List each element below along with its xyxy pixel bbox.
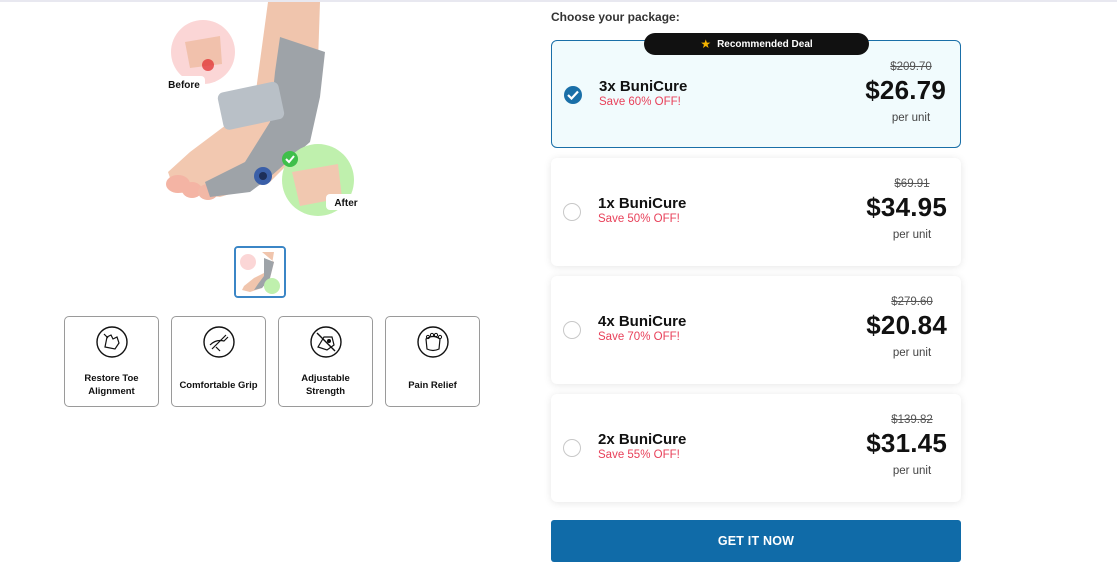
radio-unchecked[interactable] [563,439,581,457]
price-block: $69.91 $34.95 per unit [837,178,947,241]
package-heading: Choose your package: [551,10,680,24]
feature-label: Restore Toe Alignment [84,373,139,397]
price: $26.79 [865,75,946,105]
star-icon: ★ [700,37,712,51]
feature-label: Adjustable Strength [301,373,350,397]
package-name: 1x BuniCure [598,195,687,212]
radio-unchecked[interactable] [563,203,581,221]
check-icon [567,90,579,100]
per-unit-label: per unit [891,112,931,124]
package-save: Save 60% OFF! [599,96,681,108]
recommended-label: Recommended Deal [717,38,813,50]
price-block: $139.82 $31.45 per unit [837,414,947,477]
package-option-1x[interactable]: 1x BuniCure Save 50% OFF! $69.91 $34.95 … [551,158,961,266]
package-save: Save 50% OFF! [598,213,680,225]
product-image[interactable]: Before After [160,2,370,220]
package-option-4x[interactable]: 4x BuniCure Save 70% OFF! $279.60 $20.84… [551,276,961,384]
price-block: $279.60 $20.84 per unit [837,296,947,359]
feature-card: Comfortable Grip [171,316,266,407]
feature-label: Comfortable Grip [179,379,258,391]
old-price: $209.70 [890,61,932,73]
after-label: After [334,198,357,209]
product-thumbnail[interactable] [234,246,286,298]
per-unit-label: per unit [892,229,932,241]
package-name: 4x BuniCure [598,313,687,330]
feature-label: Pain Relief [408,379,457,391]
feature-card: Adjustable Strength [278,316,373,407]
foot-relief-icon [416,326,449,358]
comfort-icon [202,326,235,358]
per-unit-label: per unit [892,347,932,359]
price: $34.95 [866,192,947,222]
price-block: $209.70 $26.79 per unit [836,61,946,124]
package-option-2x[interactable]: 2x BuniCure Save 55% OFF! $139.82 $31.45… [551,394,961,502]
feature-card: Pain Relief [385,316,480,407]
package-name: 3x BuniCure [599,78,688,95]
radio-checked[interactable] [564,86,582,104]
alignment-icon [95,326,128,358]
feature-list: Restore Toe Alignment Comfortable Grip A… [64,316,480,407]
price: $20.84 [866,310,947,340]
feature-card: Restore Toe Alignment [64,316,159,407]
old-price: $139.82 [891,414,933,426]
price: $31.45 [866,428,947,458]
radio-unchecked[interactable] [563,321,581,339]
before-label: Before [168,80,200,91]
old-price: $69.91 [894,178,930,190]
per-unit-label: per unit [892,465,932,477]
package-name: 2x BuniCure [598,431,687,448]
recommended-badge: ★ Recommended Deal [644,33,869,55]
adjustable-icon [309,326,342,358]
package-save: Save 55% OFF! [598,449,680,461]
package-save: Save 70% OFF! [598,331,680,343]
get-it-now-button[interactable]: GET IT NOW [551,520,961,562]
old-price: $279.60 [891,296,933,308]
package-option-3x[interactable]: ★ Recommended Deal 3x BuniCure Save 60% … [551,33,961,148]
